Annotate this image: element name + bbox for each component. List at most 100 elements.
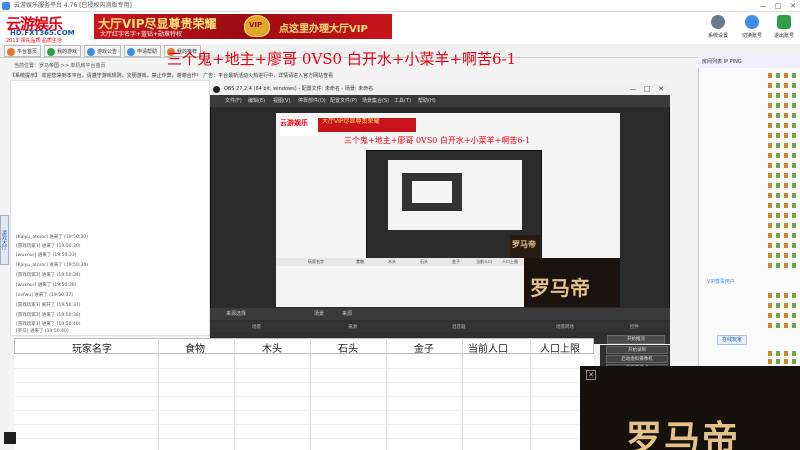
chat-line: [Kaiyu_atoror] 进来了 (19:50:34) [16,263,88,268]
app-icon [2,2,10,10]
room-row[interactable] [700,242,798,249]
col-header-stone[interactable]: 石头 [338,340,358,355]
obs-menu-view[interactable]: 视图(V) [273,97,290,104]
room-row[interactable] [700,182,798,189]
chat-line: [游戏玩家2] 进来了 (19:50:34) [16,273,81,278]
obs-source-select[interactable]: 来源选择 [226,310,246,317]
status-icon [776,73,780,78]
status-icon [792,351,796,356]
status-icon [784,351,788,356]
obs-menu-edit[interactable]: 编辑(E) [248,97,265,104]
roma-game-overlay[interactable]: ✕ 罗马帝 [580,366,800,450]
room-row[interactable] [700,350,798,357]
logout-label: 退出账号 [773,33,794,39]
room-row[interactable] [700,262,798,269]
obs-minimize-button[interactable]: — [626,84,640,95]
obs-source-tab[interactable]: 来源 [342,310,352,317]
obs-menu-scene-collection[interactable]: 场景集合(S) [362,97,389,104]
logout-button[interactable]: 退出账号 [768,15,800,43]
col-header-player[interactable]: 玩家名字 [72,340,112,355]
obs-menu-tools[interactable]: 工具(T) [394,97,411,104]
status-icon [776,293,780,298]
status-icon [792,193,796,198]
room-row[interactable] [700,252,798,259]
col-header-gold[interactable]: 金子 [414,340,434,355]
room-row[interactable] [700,72,798,79]
status-icon [784,213,788,218]
window-titlebar: 云游娱乐服务平台 4.76 [已授权内测版专用] [0,0,800,12]
room-row[interactable] [700,312,798,319]
status-icon [768,323,772,328]
col-header-current-pop[interactable]: 当前人口 [468,340,508,355]
obs-menu-docks[interactable]: 停靠部件(D) [298,97,326,104]
status-icon [792,173,796,178]
side-tab-lobby[interactable]: 游戏大厅 [0,215,9,265]
col-header-wood[interactable]: 木头 [262,340,282,355]
room-row[interactable] [700,102,798,109]
tab-my-games[interactable]: 我的游戏 [44,45,82,57]
status-icon [768,113,772,118]
brand-logo: 云游娱乐 HD.FXT365.COM 2013 领先品质 品质生活 [4,13,92,44]
tab-announcements[interactable]: 游戏公告 [84,45,122,57]
status-icon [776,323,780,328]
vip-status-link[interactable]: VIP尊贵用户 [707,278,735,285]
status-icon [768,359,772,364]
obs-start-recording-button[interactable]: 开始录制 [606,346,668,354]
obs-icon [213,86,220,93]
tab-help[interactable]: 申请帮助 [124,45,162,57]
room-row[interactable] [700,302,798,309]
obs-start-streaming-button[interactable]: 开始推流 [607,335,665,344]
obs-maximize-button[interactable]: □ [640,84,654,95]
room-row[interactable] [700,292,798,299]
status-icon [784,313,788,318]
chat-line: [罗马] 进来了 (19:50:40) [16,329,69,334]
online-players-button[interactable]: 在线玩家 [717,335,747,345]
room-row[interactable] [700,162,798,169]
close-button[interactable]: ✕ [786,0,800,12]
room-row[interactable] [700,172,798,179]
room-row[interactable] [700,132,798,139]
row-divider [14,410,594,411]
obs-menu-help[interactable]: 帮助(H) [418,97,436,104]
room-row[interactable] [700,202,798,209]
room-row[interactable] [700,142,798,149]
capture-roma-corner-text: 罗马帝 [530,276,590,300]
obs-menu-profile[interactable]: 配置文件(P) [330,97,357,104]
room-row[interactable] [700,322,798,329]
capture-roma-text: 罗马帝 [512,240,536,249]
status-icon [768,313,772,318]
room-row[interactable] [700,232,798,239]
room-row[interactable] [700,222,798,229]
switch-account-label: 切换账号 [741,33,762,39]
column-divider [310,338,311,450]
room-row[interactable] [700,212,798,219]
obs-close-button[interactable]: ✕ [654,84,668,95]
room-row[interactable] [700,112,798,119]
room-row[interactable] [700,82,798,89]
system-notice: 【系统提示】 欢迎您来到本平台，请遵守游戏规则，文明游戏，禁止作弊，谢谢合作！ … [10,73,334,79]
vip-banner[interactable]: 大厅VIP尽显尊贵荣耀 大厅红字名字+蓝钻+勋章特权 点这里办理大厅VIP [94,14,392,39]
room-row[interactable] [700,152,798,159]
status-icon [792,73,796,78]
chat-line: [游戏玩家3] 离开了 (19:50:37) [16,303,81,308]
col-header-pop-cap[interactable]: 人口上限 [540,340,580,355]
room-row[interactable] [700,358,798,365]
tab-home[interactable]: 平台首页 [4,45,42,57]
obs-menu-file[interactable]: 文件(F) [225,97,242,104]
room-row[interactable] [700,92,798,99]
minimize-button[interactable]: — [756,0,770,12]
room-row[interactable] [700,192,798,199]
room-row[interactable] [700,122,798,129]
status-icon [768,143,772,148]
obs-virtual-camera-button[interactable]: 启动虚拟摄像机 [606,355,668,363]
obs-scene-tab[interactable]: 场景 [314,310,324,317]
capture-col: 石头 [420,259,428,264]
settings-button[interactable]: 系统设置 [702,15,734,43]
status-icon [784,73,788,78]
windows-start-icon[interactable] [4,432,16,444]
maximize-button[interactable]: □ [771,0,785,12]
capture-col: 人口上限 [502,259,518,264]
switch-account-button[interactable]: 切换账号 [736,15,768,43]
col-header-food[interactable]: 食物 [185,340,205,355]
close-icon[interactable]: ✕ [586,370,596,380]
